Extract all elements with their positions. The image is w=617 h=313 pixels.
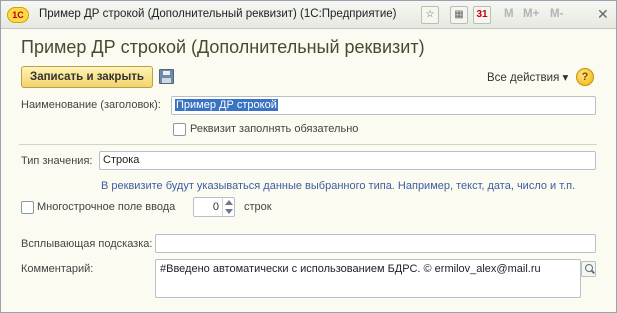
close-button[interactable]: ✕ [597,7,609,21]
divider [19,144,597,145]
required-checkbox[interactable] [173,123,186,136]
window-title: Пример ДР строкой (Дополнительный реквиз… [39,8,397,20]
required-label: Реквизит заполнять обязательно [190,123,359,135]
tooltip-label: Всплывающая подсказка: [21,238,153,250]
name-label: Наименование (заголовок): [21,99,161,111]
multiline-label: Многострочное поле ввода [37,201,176,213]
arrow-up-icon[interactable] [225,200,233,205]
page-title: Пример ДР строкой (Дополнительный реквиз… [21,37,425,57]
lines-stepper[interactable]: 0 [193,197,235,217]
memory-m-plus-button[interactable]: M+ [523,8,539,20]
stepper-arrows[interactable] [222,198,234,216]
form-window: 1С Пример ДР строкой (Дополнительный рек… [0,0,617,313]
name-input-value: Пример ДР строкой [175,99,278,111]
comment-textarea[interactable]: #Введено автоматически с использованием … [155,259,581,298]
title-bar: 1С Пример ДР строкой (Дополнительный рек… [1,1,616,29]
save-disk-icon[interactable] [159,69,174,84]
calculator-icon[interactable]: ▦ [450,6,468,24]
multiline-checkbox[interactable] [21,201,34,214]
memory-m-minus-button[interactable]: M- [550,8,563,20]
app-logo-icon: 1С [7,7,29,23]
all-actions-menu[interactable]: Все действия ▾ [487,70,568,84]
save-and-close-button[interactable]: Записать и закрыть [21,66,153,88]
arrow-down-icon[interactable] [225,209,233,214]
type-input[interactable]: Строка [99,151,596,170]
calendar-icon[interactable]: 31 [473,6,491,24]
lines-value: 0 [212,201,219,213]
type-label: Тип значения: [21,155,93,167]
tooltip-input[interactable] [155,234,596,253]
lines-suffix: строк [244,201,272,213]
memory-m-button[interactable]: M [504,8,514,20]
type-hint: В реквизите будут указываться данные выб… [101,180,576,192]
help-icon[interactable]: ? [576,68,594,86]
name-input[interactable]: Пример ДР строкой [171,96,596,115]
search-icon[interactable] [581,261,596,277]
favorite-icon[interactable]: ☆ [421,6,439,24]
comment-label: Комментарий: [21,263,94,275]
